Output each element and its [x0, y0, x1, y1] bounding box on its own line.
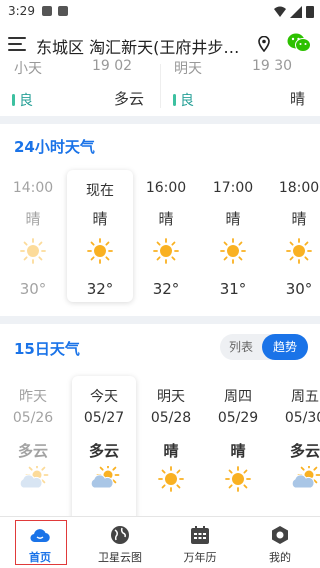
tomorrow-aqi-label: 良: [180, 93, 194, 109]
day-name: 昨天: [19, 389, 47, 405]
hour-weather: 晴: [158, 210, 174, 228]
profile-icon: [272, 526, 288, 544]
nav-calendar[interactable]: 万年历: [160, 517, 240, 568]
battery-icon: [306, 6, 314, 18]
sun-icon: [138, 466, 204, 492]
sun-icon: [266, 238, 320, 264]
day-date: 05/26: [12, 410, 54, 426]
sun-icon: [200, 238, 266, 264]
card-divider: [160, 64, 161, 108]
sun-icon: [67, 238, 133, 264]
hour-weather: 晴: [225, 210, 241, 228]
hour-temp: 32°: [86, 280, 114, 298]
status-bar: 3:29: [0, 0, 320, 24]
hour-time: 14:00: [12, 180, 54, 196]
cloud-sun-icon: [272, 466, 320, 490]
day-weather: 多云: [88, 442, 119, 460]
day-date: 05/28: [150, 410, 192, 426]
sun-icon: [205, 466, 271, 492]
hour-weather: 晴: [92, 210, 108, 228]
nav-profile[interactable]: 我的: [240, 517, 320, 568]
day-weather: 多云: [17, 442, 48, 460]
hour-time: 18:00: [278, 180, 320, 196]
hour-weather: 晴: [291, 210, 307, 228]
nav-calendar-label: 万年历: [183, 551, 217, 564]
today-time-partial: 19 02: [92, 58, 133, 74]
nav-profile-label: 我的: [269, 551, 291, 564]
day-date: 05/29: [217, 410, 259, 426]
signal-icon: [290, 5, 302, 18]
day-weather: 晴: [163, 442, 179, 460]
hour-time: 16:00: [145, 180, 187, 196]
location-pin-icon[interactable]: [258, 36, 270, 52]
hour-time: 17:00: [212, 180, 254, 196]
menu-icon[interactable]: [8, 36, 26, 52]
hour-temp: 32°: [152, 280, 180, 298]
wechat-share-icon[interactable]: [287, 32, 311, 54]
list-view-tab[interactable]: 列表: [220, 334, 262, 360]
cloud-sun-icon: [71, 466, 137, 490]
today-label-partial: 小天: [14, 61, 42, 77]
app-notification-icon: [58, 6, 68, 16]
home-tab-highlight-outline: [15, 520, 67, 565]
day-name: 今天: [90, 389, 118, 405]
day-date: 05/27: [83, 410, 125, 426]
today-aqi-label: 良: [19, 93, 33, 109]
hour-temp: 30°: [19, 280, 47, 298]
today-tomorrow-card[interactable]: 小天 19 02 良 多云 明天 19 30 良 晴: [0, 58, 320, 116]
day-name: 周四: [224, 389, 252, 405]
today-condition: 多云: [114, 90, 145, 108]
gallery-notification-icon: [42, 6, 52, 16]
trend-view-tab[interactable]: 趋势: [262, 334, 308, 360]
day-name: 周五: [291, 389, 319, 405]
day-name: 明天: [157, 389, 185, 405]
day-weather: 晴: [230, 442, 246, 460]
tomorrow-label-partial: 明天: [174, 61, 202, 77]
day-weather: 多云: [289, 442, 320, 460]
hourly-section-title: 24小时天气: [14, 138, 95, 156]
sun-icon: [0, 238, 66, 264]
day-date: 05/30: [284, 410, 320, 426]
aqi-bar-icon: [12, 94, 15, 106]
view-toggle: 列表 趋势: [220, 334, 308, 360]
daily-forecast-card: 15日天气 列表 趋势 昨天 05/26 多云 今天 05/27 多云 明天 0…: [0, 324, 320, 516]
hour-temp: 31°: [219, 280, 247, 298]
tomorrow-aqi-badge: 良: [173, 90, 194, 110]
calendar-icon: [191, 526, 209, 544]
tomorrow-time-partial: 19 30: [252, 58, 293, 74]
location-title[interactable]: 东城区 淘汇新天(王府井步…: [36, 34, 251, 58]
cloud-sun-icon: [0, 466, 66, 490]
hour-time: 现在: [86, 183, 114, 199]
status-icons: [274, 5, 314, 18]
aqi-bar-icon: [173, 94, 176, 106]
tomorrow-condition: 晴: [290, 90, 306, 108]
sun-icon: [133, 238, 199, 264]
daily-section-title: 15日天气: [14, 340, 80, 358]
nav-satellite[interactable]: 卫星云图: [80, 517, 160, 568]
today-aqi-badge: 良: [12, 90, 33, 110]
hour-temp: 30°: [285, 280, 313, 298]
wifi-icon: [274, 6, 286, 17]
globe-icon: [111, 526, 129, 544]
hour-weather: 晴: [25, 210, 41, 228]
hourly-forecast-card: 24小时天气 14:00 晴 30° 现在 晴 32° 16:00 晴 32° …: [0, 124, 320, 316]
nav-satellite-label: 卫星云图: [98, 551, 142, 564]
status-time: 3:29: [8, 4, 35, 18]
